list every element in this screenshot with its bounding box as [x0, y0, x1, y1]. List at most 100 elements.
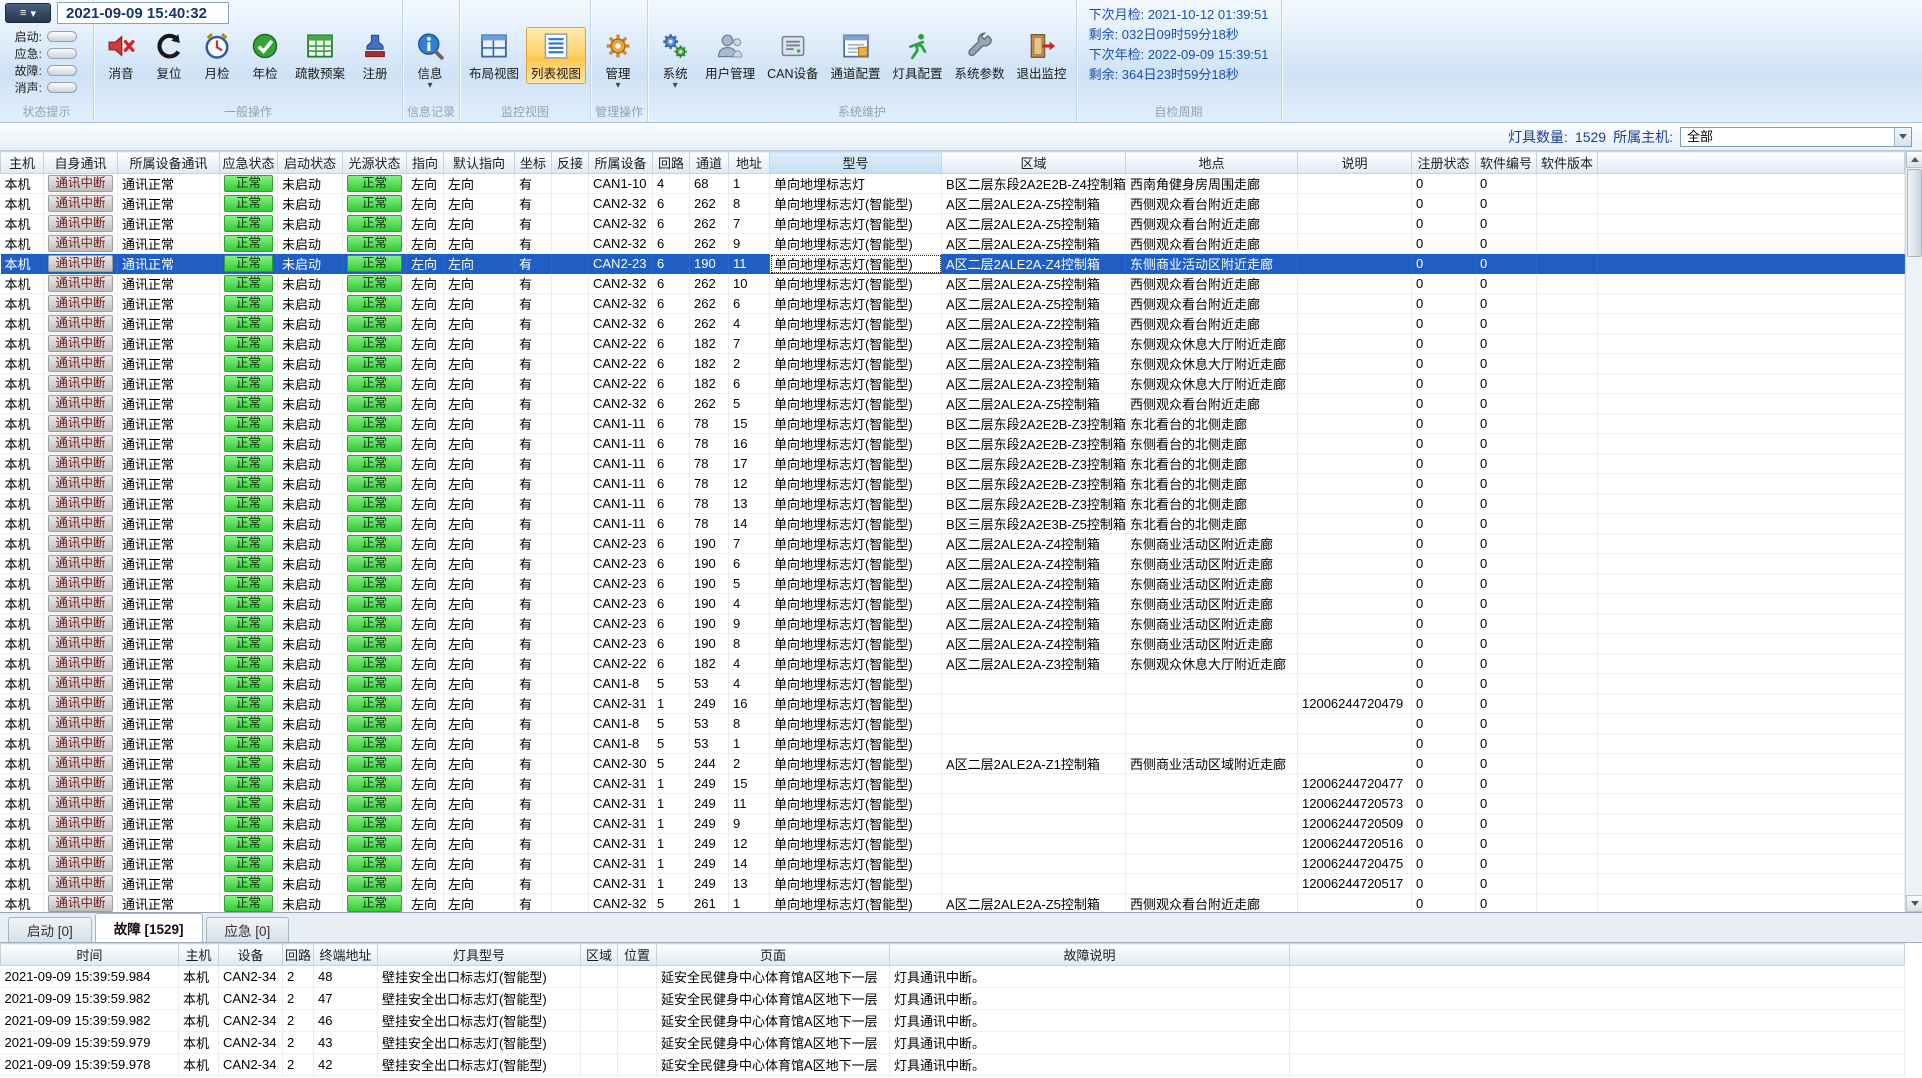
column-header-0[interactable]: 时间: [0, 943, 179, 966]
lamp-row[interactable]: 本机 通讯中断 通讯正常 正常 未启动 正常 左向 左向有 CAN1-8 5 53 1 单向地埋标志灯(…: [0, 733, 1905, 754]
column-header-5[interactable]: 光源状态: [342, 151, 407, 174]
column-header-9[interactable]: 故障说明: [889, 943, 1290, 966]
column-header-15[interactable]: 区域: [941, 151, 1126, 174]
lamp-row[interactable]: 本机 通讯中断 通讯正常 正常 未启动 正常 左向 左向有 CAN1-8 5 53 4 单向地埋标志灯(…: [0, 673, 1905, 694]
app-menu-button[interactable]: ≡ ▾: [5, 3, 51, 23]
column-header-2[interactable]: 设备: [218, 943, 283, 966]
lamp-row[interactable]: 本机 通讯中断 通讯正常 正常 未启动 正常 左向 左向有 CAN2-31 1 249 14 单向地埋标…: [0, 853, 1905, 874]
lamp-row[interactable]: 本机 通讯中断 通讯正常 正常 未启动 正常 左向 左向有 CAN2-23 6 190 8 单向地埋标志…: [0, 633, 1905, 654]
reset-button[interactable]: 复位: [146, 27, 192, 84]
lamp-row[interactable]: 本机 通讯中断 通讯正常 正常 未启动 正常 左向 左向有 CAN2-23 6 190 7 单向地埋标志…: [0, 533, 1905, 554]
lamp-row[interactable]: 本机 通讯中断 通讯正常 正常 未启动 正常 左向 左向有 CAN2-23 6 190 5 单向地埋标志…: [0, 573, 1905, 594]
info-button[interactable]: 信息 ▾: [407, 27, 453, 92]
can-device-button[interactable]: CAN设备: [762, 27, 823, 84]
lamp-row[interactable]: 本机 通讯中断 通讯正常 正常 未启动 正常 左向 左向有 CAN1-11 6 78 15 单向地埋标志…: [0, 413, 1905, 434]
column-header-17[interactable]: 说明: [1297, 151, 1412, 174]
lamp-row[interactable]: 本机 通讯中断 通讯正常 正常 未启动 正常 左向 左向有 CAN2-22 6 182 7 单向地埋标志…: [0, 333, 1905, 354]
layout-view-button[interactable]: 布局视图: [464, 27, 524, 84]
column-header-5[interactable]: 灯具型号: [377, 943, 581, 966]
lamp-row[interactable]: 本机 通讯中断 通讯正常 正常 未启动 正常 左向 左向有 CAN2-32 6 262 4 单向地埋标志…: [0, 313, 1905, 334]
scroll-up-button[interactable]: [1906, 151, 1922, 168]
column-header-6[interactable]: 区域: [580, 943, 618, 966]
fault-row[interactable]: 2021-09-09 15:39:59.982 本机 CAN2-34 2 46 壁挂安全出…: [0, 1009, 1905, 1032]
evacuation-plan-button[interactable]: 疏散预案: [290, 27, 350, 84]
column-header-1[interactable]: 自身通讯: [43, 151, 118, 174]
lamp-row[interactable]: 本机 通讯中断 通讯正常 正常 未启动 正常 左向 左向有 CAN1-10 4 68 1 单向地埋标志灯…: [0, 173, 1905, 194]
lamp-row[interactable]: 本机 通讯中断 通讯正常 正常 未启动 正常 左向 左向有 CAN2-32 6 262 8 单向地埋标志…: [0, 193, 1905, 214]
lamp-row[interactable]: 本机 通讯中断 通讯正常 正常 未启动 正常 左向 左向有 CAN1-11 6 78 17 单向地埋标志…: [0, 453, 1905, 474]
vertical-scrollbar[interactable]: [1905, 151, 1922, 912]
column-header-10[interactable]: 所属设备: [588, 151, 653, 174]
lamp-row[interactable]: 本机 通讯中断 通讯正常 正常 未启动 正常 左向 左向有 CAN2-32 6 262 9 单向地埋标志…: [0, 233, 1905, 254]
channel-config-button[interactable]: 通道配置: [826, 27, 886, 84]
column-header-7[interactable]: 位置: [617, 943, 657, 966]
lamp-row[interactable]: 本机 通讯中断 通讯正常 正常 未启动 正常 左向 左向有 CAN2-32 6 262 10 单向地埋标…: [0, 273, 1905, 294]
column-header-12[interactable]: 通道: [689, 151, 729, 174]
monthly-check-button[interactable]: 月检: [194, 27, 240, 84]
lamp-row[interactable]: 本机 通讯中断 通讯正常 正常 未启动 正常 左向 左向有 CAN2-23 6 190 6 单向地埋标志…: [0, 553, 1905, 574]
column-header-3[interactable]: 应急状态: [219, 151, 278, 174]
column-header-1[interactable]: 主机: [178, 943, 219, 966]
lamp-row[interactable]: 本机 通讯中断 通讯正常 正常 未启动 正常 左向 左向有 CAN1-11 6 78 16 单向地埋标志…: [0, 433, 1905, 454]
lamp-row[interactable]: 本机 通讯中断 通讯正常 正常 未启动 正常 左向 左向有 CAN2-23 6 190 4 单向地埋标志…: [0, 593, 1905, 614]
system-button[interactable]: 系统 ▾: [652, 27, 698, 92]
fault-row[interactable]: 2021-09-09 15:39:59.982 本机 CAN2-34 2 47 壁挂安全出…: [0, 987, 1905, 1010]
lamp-row[interactable]: 本机 通讯中断 通讯正常 正常 未启动 正常 左向 左向有 CAN1-11 6 78 12 单向地埋标志…: [0, 473, 1905, 494]
lamp-row[interactable]: 本机 通讯中断 通讯正常 正常 未启动 正常 左向 左向有 CAN2-31 1 249 15 单向地埋标…: [0, 773, 1905, 794]
manage-button[interactable]: 管理 ▾: [595, 27, 641, 92]
column-header-14[interactable]: 型号: [769, 151, 942, 174]
lamp-row[interactable]: 本机 通讯中断 通讯正常 正常 未启动 正常 左向 左向有 CAN2-23 6 190 9 单向地埋标志…: [0, 613, 1905, 634]
tab-start[interactable]: 启动 [0]: [8, 917, 92, 942]
lamp-row[interactable]: 本机 通讯中断 通讯正常 正常 未启动 正常 左向 左向有 CAN1-8 5 53 8 单向地埋标志灯(…: [0, 713, 1905, 734]
fault-row[interactable]: 2021-09-09 15:39:59.979 本机 CAN2-34 2 43 壁挂安全出…: [0, 1031, 1905, 1054]
lamp-row[interactable]: 本机 通讯中断 通讯正常 正常 未启动 正常 左向 左向有 CAN2-31 1 249 16 单向地埋标…: [0, 693, 1905, 714]
lamp-row[interactable]: 本机 通讯中断 通讯正常 正常 未启动 正常 左向 左向有 CAN2-31 1 249 12 单向地埋标…: [0, 833, 1905, 854]
lamp-row[interactable]: 本机 通讯中断 通讯正常 正常 未启动 正常 左向 左向有 CAN1-11 6 78 13 单向地埋标志…: [0, 493, 1905, 514]
column-header-9[interactable]: 反接: [551, 151, 589, 174]
column-header-4[interactable]: 启动状态: [277, 151, 343, 174]
scrollbar-thumb[interactable]: [1907, 169, 1922, 257]
fault-row[interactable]: 2021-09-09 15:39:59.984 本机 CAN2-34 2 48 壁挂安全出…: [0, 965, 1905, 988]
lamp-row[interactable]: 本机 通讯中断 通讯正常 正常 未启动 正常 左向 左向有 CAN2-22 6 182 6 单向地埋标志…: [0, 373, 1905, 394]
column-header-8[interactable]: 坐标: [514, 151, 552, 174]
column-header-20[interactable]: 软件版本: [1536, 151, 1598, 174]
tab-fault[interactable]: 故障 [1529]: [94, 913, 203, 942]
lamp-row[interactable]: 本机 通讯中断 通讯正常 正常 未启动 正常 左向 左向有 CAN2-32 6 262 5 单向地埋标志…: [0, 393, 1905, 414]
tab-emergency[interactable]: 应急 [0]: [205, 917, 290, 942]
lamp-row[interactable]: 本机 通讯中断 通讯正常 正常 未启动 正常 左向 左向有 CAN2-32 6 262 7 单向地埋标志…: [0, 213, 1905, 234]
column-header-16[interactable]: 地点: [1125, 151, 1298, 174]
lamp-row[interactable]: 本机 通讯中断 通讯正常 正常 未启动 正常 左向 左向有 CAN2-31 1 249 13 单向地埋标…: [0, 873, 1905, 894]
list-view-button[interactable]: 列表视图: [526, 27, 587, 84]
lamp-config-button[interactable]: 灯具配置: [888, 27, 948, 84]
combo-dropdown-button[interactable]: [1894, 127, 1911, 146]
fault-row[interactable]: 2021-09-09 15:39:59.978 本机 CAN2-34 2 42 壁挂安全出…: [0, 1053, 1905, 1076]
exit-monitor-button[interactable]: 退出监控: [1012, 27, 1072, 84]
register-button[interactable]: 注册: [352, 27, 398, 84]
column-header-11[interactable]: 回路: [652, 151, 690, 174]
lamp-row[interactable]: 本机 通讯中断 通讯正常 正常 未启动 正常 左向 左向有 CAN2-23 6 190 11 单向地埋标…: [0, 253, 1905, 274]
column-header-4[interactable]: 终端地址: [313, 943, 378, 966]
column-header-8[interactable]: 页面: [656, 943, 890, 966]
column-header-19[interactable]: 软件编号: [1475, 151, 1537, 174]
system-params-button[interactable]: 系统参数: [950, 27, 1010, 84]
lamp-row[interactable]: 本机 通讯中断 通讯正常 正常 未启动 正常 左向 左向有 CAN2-32 6 262 6 单向地埋标志…: [0, 293, 1905, 314]
lamp-row[interactable]: 本机 通讯中断 通讯正常 正常 未启动 正常 左向 左向有 CAN2-31 1 249 9 单向地埋标志…: [0, 813, 1905, 834]
column-header-18[interactable]: 注册状态: [1411, 151, 1476, 174]
scroll-down-button[interactable]: [1906, 895, 1922, 912]
lamp-row[interactable]: 本机 通讯中断 通讯正常 正常 未启动 正常 左向 左向有 CAN2-22 6 182 4 单向地埋标志…: [0, 653, 1905, 674]
annual-check-button[interactable]: 年检: [242, 27, 288, 84]
column-header-0[interactable]: 主机: [0, 151, 44, 174]
mute-button[interactable]: 消音: [98, 27, 144, 84]
host-filter-select[interactable]: 全部: [1680, 126, 1912, 147]
column-header-6[interactable]: 指向: [406, 151, 444, 174]
column-header-7[interactable]: 默认指向: [443, 151, 515, 174]
lamp-row[interactable]: 本机 通讯中断 通讯正常 正常 未启动 正常 左向 左向有 CAN2-30 5 244 2 单向地埋标志…: [0, 753, 1905, 774]
lamp-row[interactable]: 本机 通讯中断 通讯正常 正常 未启动 正常 左向 左向有 CAN2-31 1 249 11 单向地埋标…: [0, 793, 1905, 814]
lamp-row[interactable]: 本机 通讯中断 通讯正常 正常 未启动 正常 左向 左向有 CAN1-11 6 78 14 单向地埋标志…: [0, 513, 1905, 534]
lamp-row[interactable]: 本机 通讯中断 通讯正常 正常 未启动 正常 左向 左向有 CAN2-22 6 182 2 单向地埋标志…: [0, 353, 1905, 374]
column-header-3[interactable]: 回路: [282, 943, 314, 966]
lamp-row[interactable]: 本机 通讯中断 通讯正常 正常 未启动 正常 左向 左向有 CAN2-32 5 261 1 单向地埋标志…: [0, 893, 1905, 912]
column-header-13[interactable]: 地址: [728, 151, 770, 174]
user-management-button[interactable]: 用户管理: [700, 27, 760, 84]
column-header-2[interactable]: 所属设备通讯: [117, 151, 220, 174]
